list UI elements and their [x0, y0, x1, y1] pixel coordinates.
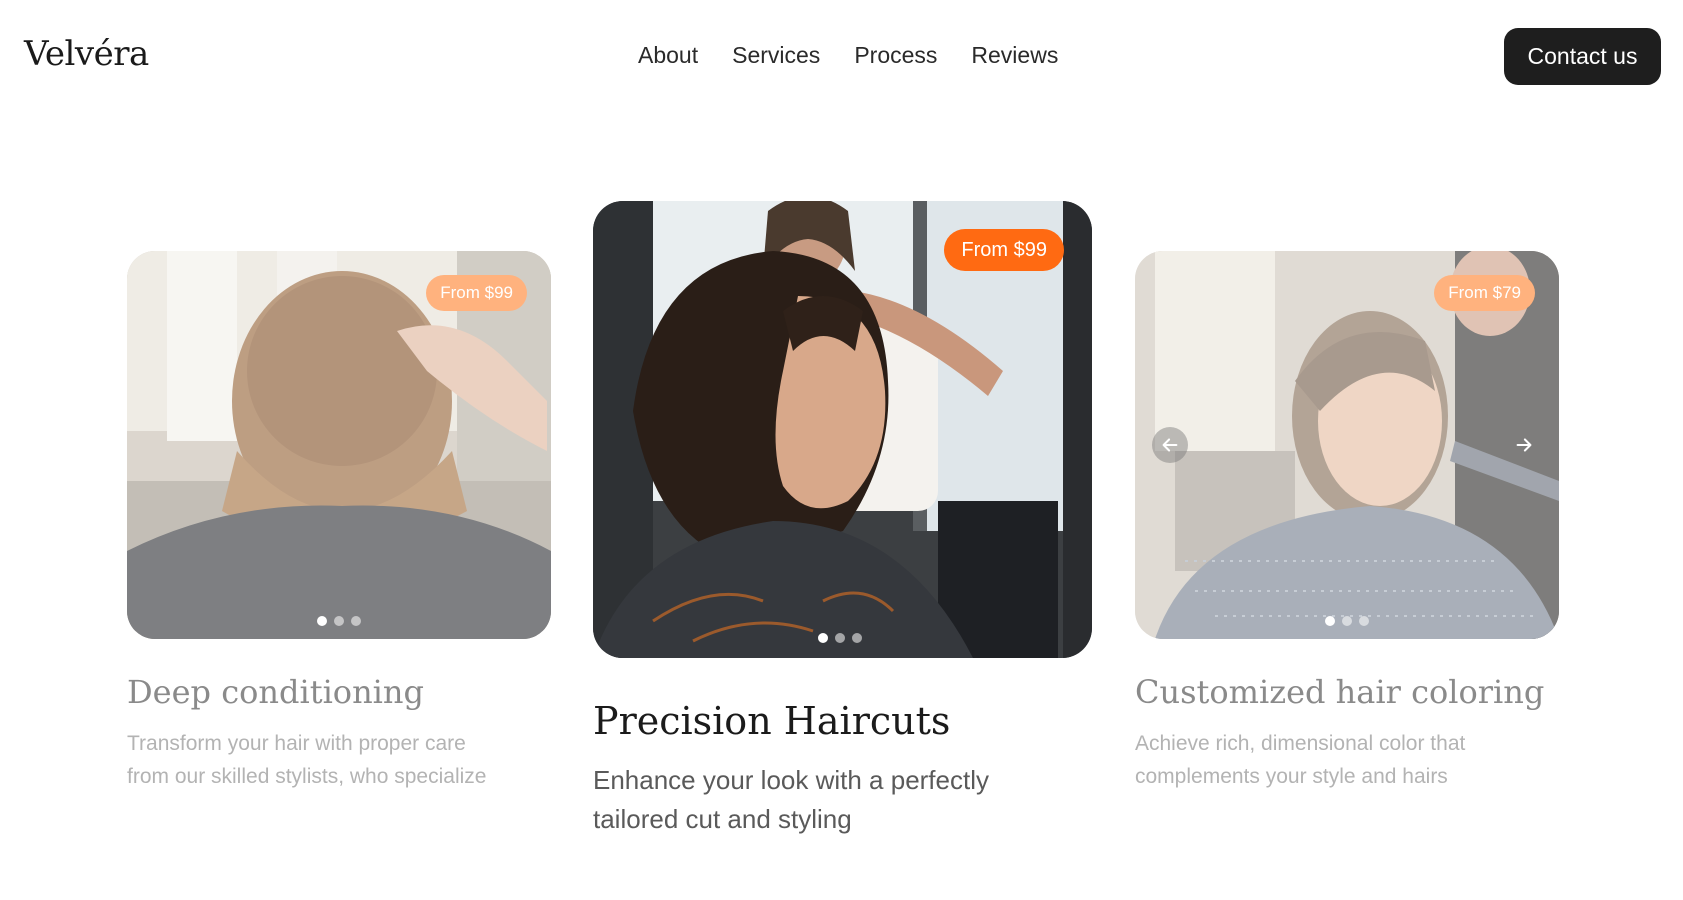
contact-button[interactable]: Contact us — [1504, 28, 1661, 85]
carousel-dots — [818, 633, 862, 643]
nav-link-reviews[interactable]: Reviews — [971, 42, 1058, 69]
price-badge: From $79 — [1434, 275, 1535, 311]
service-description: Achieve rich, dimensional color that com… — [1135, 727, 1559, 793]
service-photo[interactable]: From $99 — [127, 251, 551, 639]
service-card-hair-coloring[interactable]: From $79 Customized hair coloring Achiev… — [1135, 251, 1559, 811]
carousel-prev-button[interactable] — [1152, 427, 1188, 463]
service-description-line: complements your style and hairs — [1135, 765, 1448, 788]
carousel-dot[interactable] — [334, 616, 344, 626]
main-nav: About Services Process Reviews — [638, 42, 1058, 69]
brand-logo[interactable]: Velvéra — [24, 34, 149, 74]
service-description: Transform your hair with proper care fro… — [127, 727, 551, 793]
service-description-line: Enhance your look with a perfectly — [593, 765, 989, 795]
service-description-line: Achieve rich, dimensional color that — [1135, 732, 1466, 755]
carousel-dot[interactable] — [351, 616, 361, 626]
arrow-left-icon — [1162, 438, 1178, 452]
price-badge: From $99 — [426, 275, 527, 311]
carousel-dot[interactable] — [1342, 616, 1352, 626]
carousel-dots — [1325, 616, 1369, 626]
site-header: Velvéra About Services Process Reviews C… — [0, 0, 1683, 115]
carousel-dot[interactable] — [317, 616, 327, 626]
nav-link-process[interactable]: Process — [854, 42, 937, 69]
service-photo[interactable]: From $79 — [1135, 251, 1559, 639]
service-description-line: Transform your hair with proper care — [127, 732, 466, 755]
carousel-dot[interactable] — [852, 633, 862, 643]
arrow-right-icon — [1516, 438, 1532, 452]
nav-link-about[interactable]: About — [638, 42, 698, 69]
service-description-line: from our skilled stylists, who specializ… — [127, 765, 487, 788]
carousel-dot[interactable] — [835, 633, 845, 643]
carousel-next-button[interactable] — [1506, 427, 1542, 463]
service-description: Enhance your look with a perfectly tailo… — [593, 761, 1092, 839]
service-title: Customized hair coloring — [1135, 673, 1545, 711]
service-card-deep-conditioning[interactable]: From $99 Deep conditioning Transform you… — [127, 251, 551, 811]
service-title: Precision Haircuts — [593, 699, 951, 743]
service-description-line: tailored cut and styling — [593, 804, 852, 834]
service-title: Deep conditioning — [127, 673, 424, 711]
service-card-precision-haircuts[interactable]: From $99 Precision Haircuts Enhance your… — [593, 201, 1092, 851]
carousel-dot[interactable] — [1359, 616, 1369, 626]
nav-link-services[interactable]: Services — [732, 42, 820, 69]
carousel-dots — [317, 616, 361, 626]
price-badge: From $99 — [944, 229, 1064, 271]
carousel-dot[interactable] — [1325, 616, 1335, 626]
service-photo[interactable]: From $99 — [593, 201, 1092, 658]
carousel-dot[interactable] — [818, 633, 828, 643]
